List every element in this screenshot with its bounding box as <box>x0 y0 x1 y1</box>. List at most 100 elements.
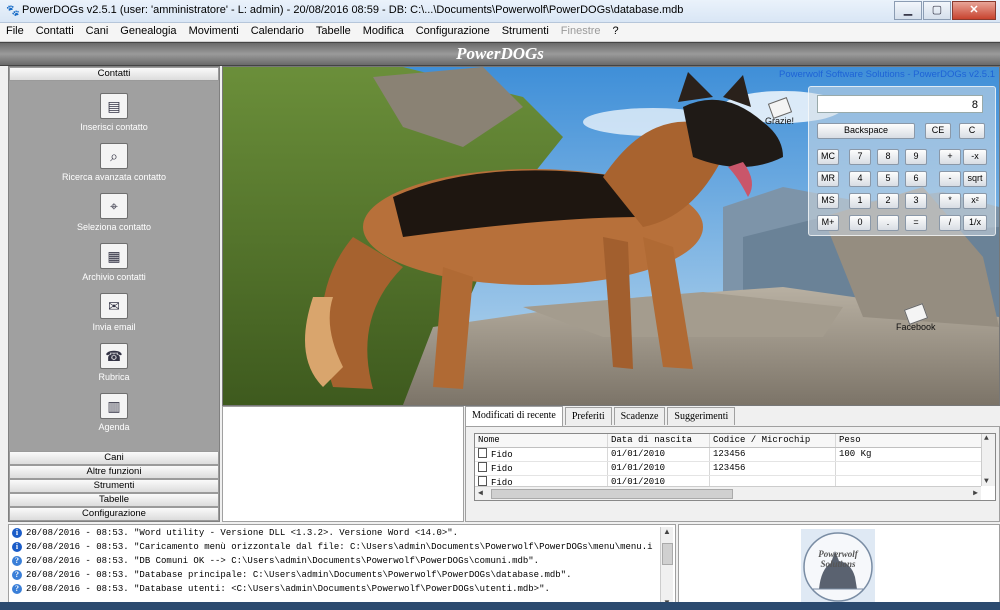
sidebar-item-seleziona-contatto[interactable]: ⌖ Seleziona contatto <box>9 193 219 233</box>
calc-sqrt-button[interactable]: sqrt <box>963 171 987 187</box>
calc-9-button[interactable]: 9 <box>905 149 927 165</box>
calc-2-button[interactable]: 2 <box>877 193 899 209</box>
cell-nome-text: Fido <box>491 450 513 460</box>
select-contact-icon: ⌖ <box>100 193 128 219</box>
calc-mr-button[interactable]: MR <box>817 171 839 187</box>
table-row[interactable]: Fido 01/01/2010 123456 100 Kg <box>475 448 981 462</box>
calc-5-button[interactable]: 5 <box>877 171 899 187</box>
log-scrollbar[interactable]: ▲ ▼ <box>660 527 673 607</box>
sidebar-item-label: Rubrica <box>98 372 130 382</box>
calc-equals-button[interactable]: = <box>905 215 927 231</box>
menu-modifica[interactable]: Modifica <box>357 23 410 41</box>
sidebar-item-inserisci-contatto[interactable]: ▤ Inserisci contatto <box>9 93 219 133</box>
log-panel: i 20/08/2016 - 08:53. "Word utility - Ver… <box>8 524 676 610</box>
email-icon: ✉ <box>100 293 128 319</box>
menu-help[interactable]: ? <box>607 23 625 41</box>
document-icon <box>478 448 487 458</box>
minimize-button[interactable]: ▁ <box>894 1 922 20</box>
sidebar-item-ricerca-avanzata[interactable]: ⌕ Ricerca avanzata contatto <box>9 143 219 183</box>
facebook-shortcut[interactable]: Facebook <box>896 303 936 332</box>
tab-suggerimenti[interactable]: Suggerimenti <box>667 407 736 425</box>
menu-genealogia[interactable]: Genealogia <box>114 23 182 41</box>
sidebar-item-label: Archivio contatti <box>82 272 146 282</box>
table-horizontal-scrollbar[interactable]: ◀ ▶ <box>475 486 981 500</box>
log-line: ? 20/08/2016 - 08:53. "Database utenti: <… <box>9 582 550 596</box>
brand-caption: Powerwolf Software Solutions - PowerDOGs… <box>779 69 995 80</box>
calc-3-button[interactable]: 3 <box>905 193 927 209</box>
sidebar-item-agenda[interactable]: ▥ Agenda <box>9 393 219 433</box>
log-text: 20/08/2016 - 08:53. "Database utenti: <C… <box>26 584 550 594</box>
calc-ms-button[interactable]: MS <box>817 193 839 209</box>
tab-scadenze[interactable]: Scadenze <box>613 407 666 425</box>
scroll-right-icon: ▶ <box>973 489 978 498</box>
calculator-display: 8 <box>817 95 983 113</box>
calc-ce-button[interactable]: CE <box>925 123 951 139</box>
sidebar-item-invia-email[interactable]: ✉ Invia email <box>9 293 219 333</box>
menu-cani[interactable]: Cani <box>80 23 115 41</box>
sidebar: Contatti ▤ Inserisci contatto ⌕ Ricerca … <box>8 66 220 522</box>
menu-contatti[interactable]: Contatti <box>30 23 80 41</box>
log-text: 20/08/2016 - 08:53. "Word utility - Vers… <box>26 528 459 538</box>
calc-backspace-button[interactable]: Backspace <box>817 123 915 139</box>
menu-strumenti[interactable]: Strumenti <box>496 23 555 41</box>
title-bar: 🐾 PowerDOGs v2.5.1 (user: 'amministrator… <box>0 0 1000 23</box>
calc-reciprocal-button[interactable]: 1/x <box>963 215 987 231</box>
cell-data-nascita: 01/01/2010 <box>607 448 709 461</box>
scroll-down-icon: ▼ <box>984 477 989 486</box>
column-header-peso[interactable]: Peso <box>835 434 979 447</box>
calc-c-button[interactable]: C <box>959 123 985 139</box>
sidebar-section-configurazione[interactable]: Configurazione <box>9 507 219 521</box>
sidebar-section-altre-funzioni[interactable]: Altre funzioni <box>9 465 219 479</box>
tab-preferiti[interactable]: Preferiti <box>564 407 612 425</box>
menu-tabelle[interactable]: Tabelle <box>310 23 357 41</box>
calc-square-button[interactable]: x² <box>963 193 987 209</box>
logo-panel: Powerwolf Solutions <box>678 524 1000 610</box>
calc-mplus-button[interactable]: M+ <box>817 215 839 231</box>
sidebar-section-tabelle[interactable]: Tabelle <box>9 493 219 507</box>
scrollbar-thumb[interactable] <box>491 489 733 499</box>
tab-modificati-di-recente[interactable]: Modificati di recente <box>465 406 563 426</box>
close-button[interactable]: ✕ <box>952 1 996 20</box>
column-header-nome[interactable]: Nome <box>478 434 604 447</box>
question-icon: ? <box>12 584 22 594</box>
app-banner: PowerDOGs <box>0 42 1000 66</box>
column-header-data-nascita[interactable]: Data di nascita <box>607 434 709 447</box>
calc-4-button[interactable]: 4 <box>849 171 871 187</box>
calc-7-button[interactable]: 7 <box>849 149 871 165</box>
sidebar-item-rubrica[interactable]: ☎ Rubrica <box>9 343 219 383</box>
sidebar-item-archivio-contatti[interactable]: ▦ Archivio contatti <box>9 243 219 283</box>
calc-1-button[interactable]: 1 <box>849 193 871 209</box>
calc-decimal-button[interactable]: . <box>877 215 899 231</box>
calc-multiply-button[interactable]: * <box>939 193 961 209</box>
menu-calendario[interactable]: Calendario <box>245 23 310 41</box>
calc-6-button[interactable]: 6 <box>905 171 927 187</box>
cell-nome: Fido <box>475 462 605 475</box>
scroll-left-icon: ◀ <box>478 489 483 498</box>
menu-movimenti[interactable]: Movimenti <box>183 23 245 41</box>
scrollbar-thumb[interactable] <box>662 543 673 565</box>
question-icon: ? <box>12 570 22 580</box>
thanks-shortcut[interactable]: Grazie! <box>765 97 794 126</box>
sidebar-section-contatti[interactable]: Contatti <box>9 67 219 81</box>
calc-mc-button[interactable]: MC <box>817 149 839 165</box>
log-text: 20/08/2016 - 08:53. "Caricamento menù or… <box>26 542 653 552</box>
calc-divide-button[interactable]: / <box>939 215 961 231</box>
calc-negate-button[interactable]: -x <box>963 149 987 165</box>
sidebar-section-strumenti[interactable]: Strumenti <box>9 479 219 493</box>
cell-nome-text: Fido <box>491 464 513 474</box>
maximize-button[interactable]: ▢ <box>923 1 951 20</box>
menu-finestre: Finestre <box>560 25 601 37</box>
menu-file[interactable]: File <box>0 23 30 41</box>
log-text: 20/08/2016 - 08:53. "DB Comuni OK --> C:… <box>26 556 540 566</box>
table-row[interactable]: Fido 01/01/2010 123456 <box>475 462 981 476</box>
cell-nome: Fido <box>475 448 605 461</box>
calc-0-button[interactable]: 0 <box>849 215 871 231</box>
calc-plus-button[interactable]: + <box>939 149 961 165</box>
column-header-codice[interactable]: Codice / Microchip <box>709 434 835 447</box>
table-vertical-scrollbar[interactable]: ▲ ▼ <box>981 434 995 486</box>
menu-configurazione[interactable]: Configurazione <box>410 23 496 41</box>
preview-panel <box>222 406 464 522</box>
calc-8-button[interactable]: 8 <box>877 149 899 165</box>
calc-minus-button[interactable]: - <box>939 171 961 187</box>
sidebar-section-cani[interactable]: Cani <box>9 451 219 465</box>
